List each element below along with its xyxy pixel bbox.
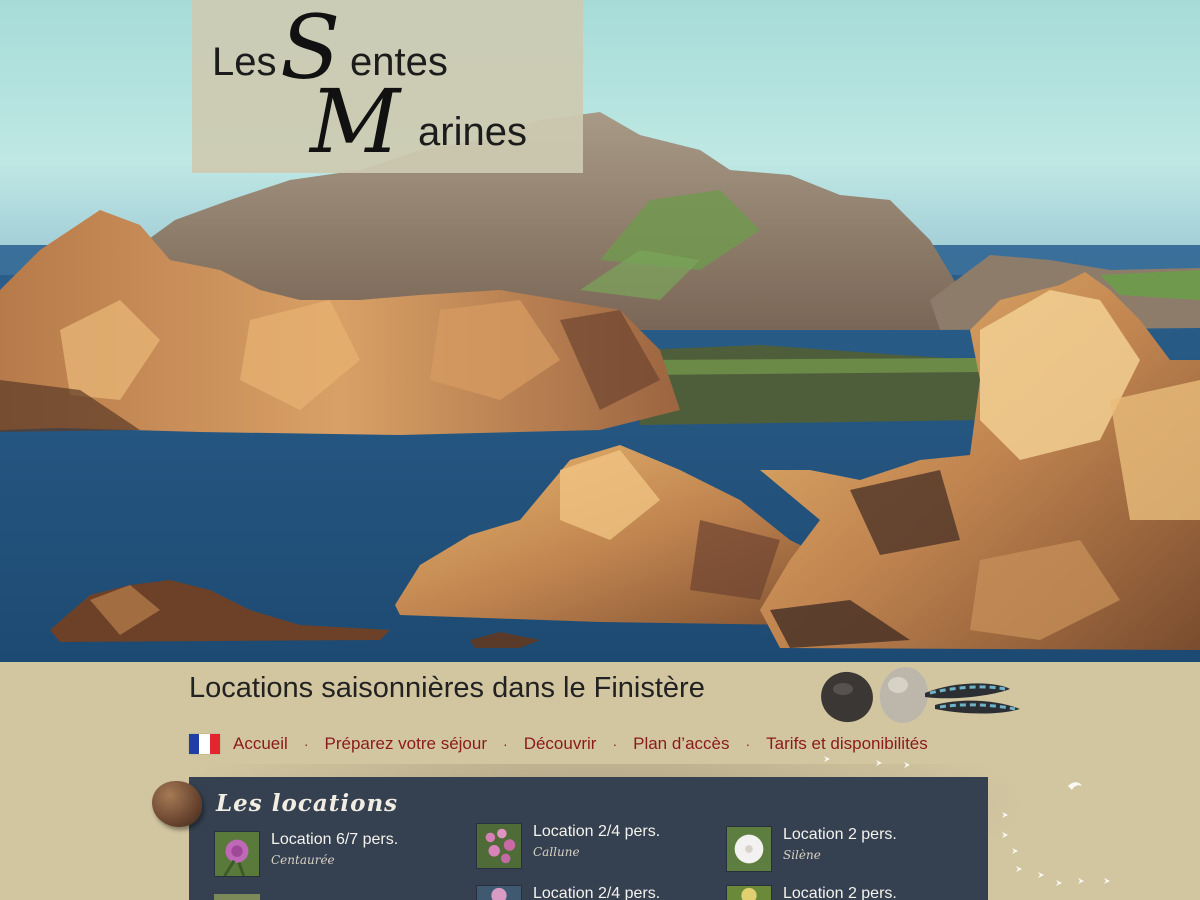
coastline-photo: [0, 0, 1200, 662]
site-logo[interactable]: Les S entes M arines: [192, 0, 583, 173]
nav-separator: ·: [303, 736, 309, 752]
flower-icon: [726, 885, 772, 900]
locations-title: Les locations: [216, 790, 399, 817]
location-flower-name: Centaurée: [271, 853, 335, 867]
site-tagline: Locations saisonnières dans le Finistère: [189, 672, 705, 704]
location-name: Location 6/7 pers.: [271, 831, 399, 848]
flag-france-icon[interactable]: [189, 734, 220, 754]
logo-word-arines: arines: [418, 110, 527, 154]
callune-flower-icon: [476, 823, 522, 869]
pebble-decoration: [152, 781, 202, 827]
nav-link-accueil[interactable]: Accueil: [233, 734, 288, 754]
location-item-4[interactable]: Location 2/4 pers.: [476, 885, 660, 900]
flower-icon: [214, 894, 260, 900]
stones-feather-decoration: [821, 667, 1020, 723]
logo-initial-m: M: [310, 70, 401, 173]
location-flower-name: Callune: [533, 845, 580, 859]
location-item-callune[interactable]: Location 2/4 pers. Callune: [476, 823, 660, 869]
nav-separator: ·: [745, 736, 751, 752]
logo-word-les: Les: [212, 40, 277, 84]
centauree-flower-icon: [214, 831, 260, 877]
nav-separator: ·: [503, 736, 508, 752]
nav-separator: ·: [612, 736, 618, 752]
location-name: Location 2/4 pers.: [533, 885, 661, 900]
nav-link-plan-acces[interactable]: Plan d’accès: [633, 734, 729, 754]
nav-link-preparez-votre-sejour[interactable]: Préparez votre séjour: [324, 734, 487, 754]
flower-icon: [476, 885, 522, 900]
bird-tracks-decoration: [824, 756, 1110, 886]
nav-link-decouvrir[interactable]: Découvrir: [524, 734, 597, 754]
location-name: Location 2/4 pers.: [533, 823, 661, 840]
location-item-centauree[interactable]: Location 6/7 pers. Centaurée: [214, 831, 398, 877]
hero-banner: Les S entes M arines: [0, 0, 1200, 662]
silene-flower-icon: [726, 826, 772, 872]
